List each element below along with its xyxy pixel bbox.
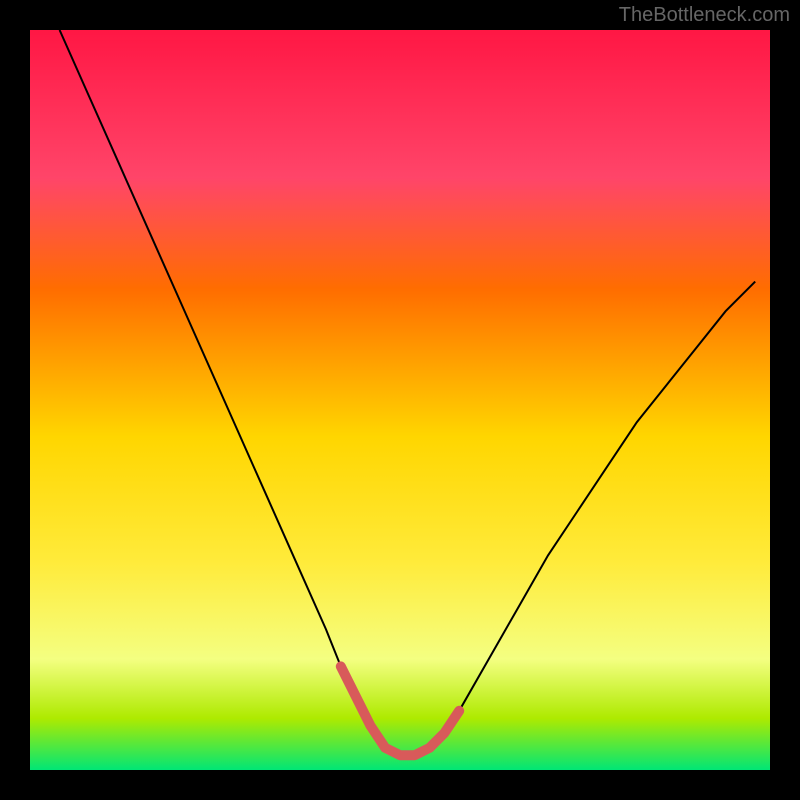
chart-container: TheBottleneck.com [0, 0, 800, 800]
watermark-text: TheBottleneck.com [619, 4, 790, 27]
plot-area [30, 30, 770, 770]
chart-svg [0, 0, 800, 800]
